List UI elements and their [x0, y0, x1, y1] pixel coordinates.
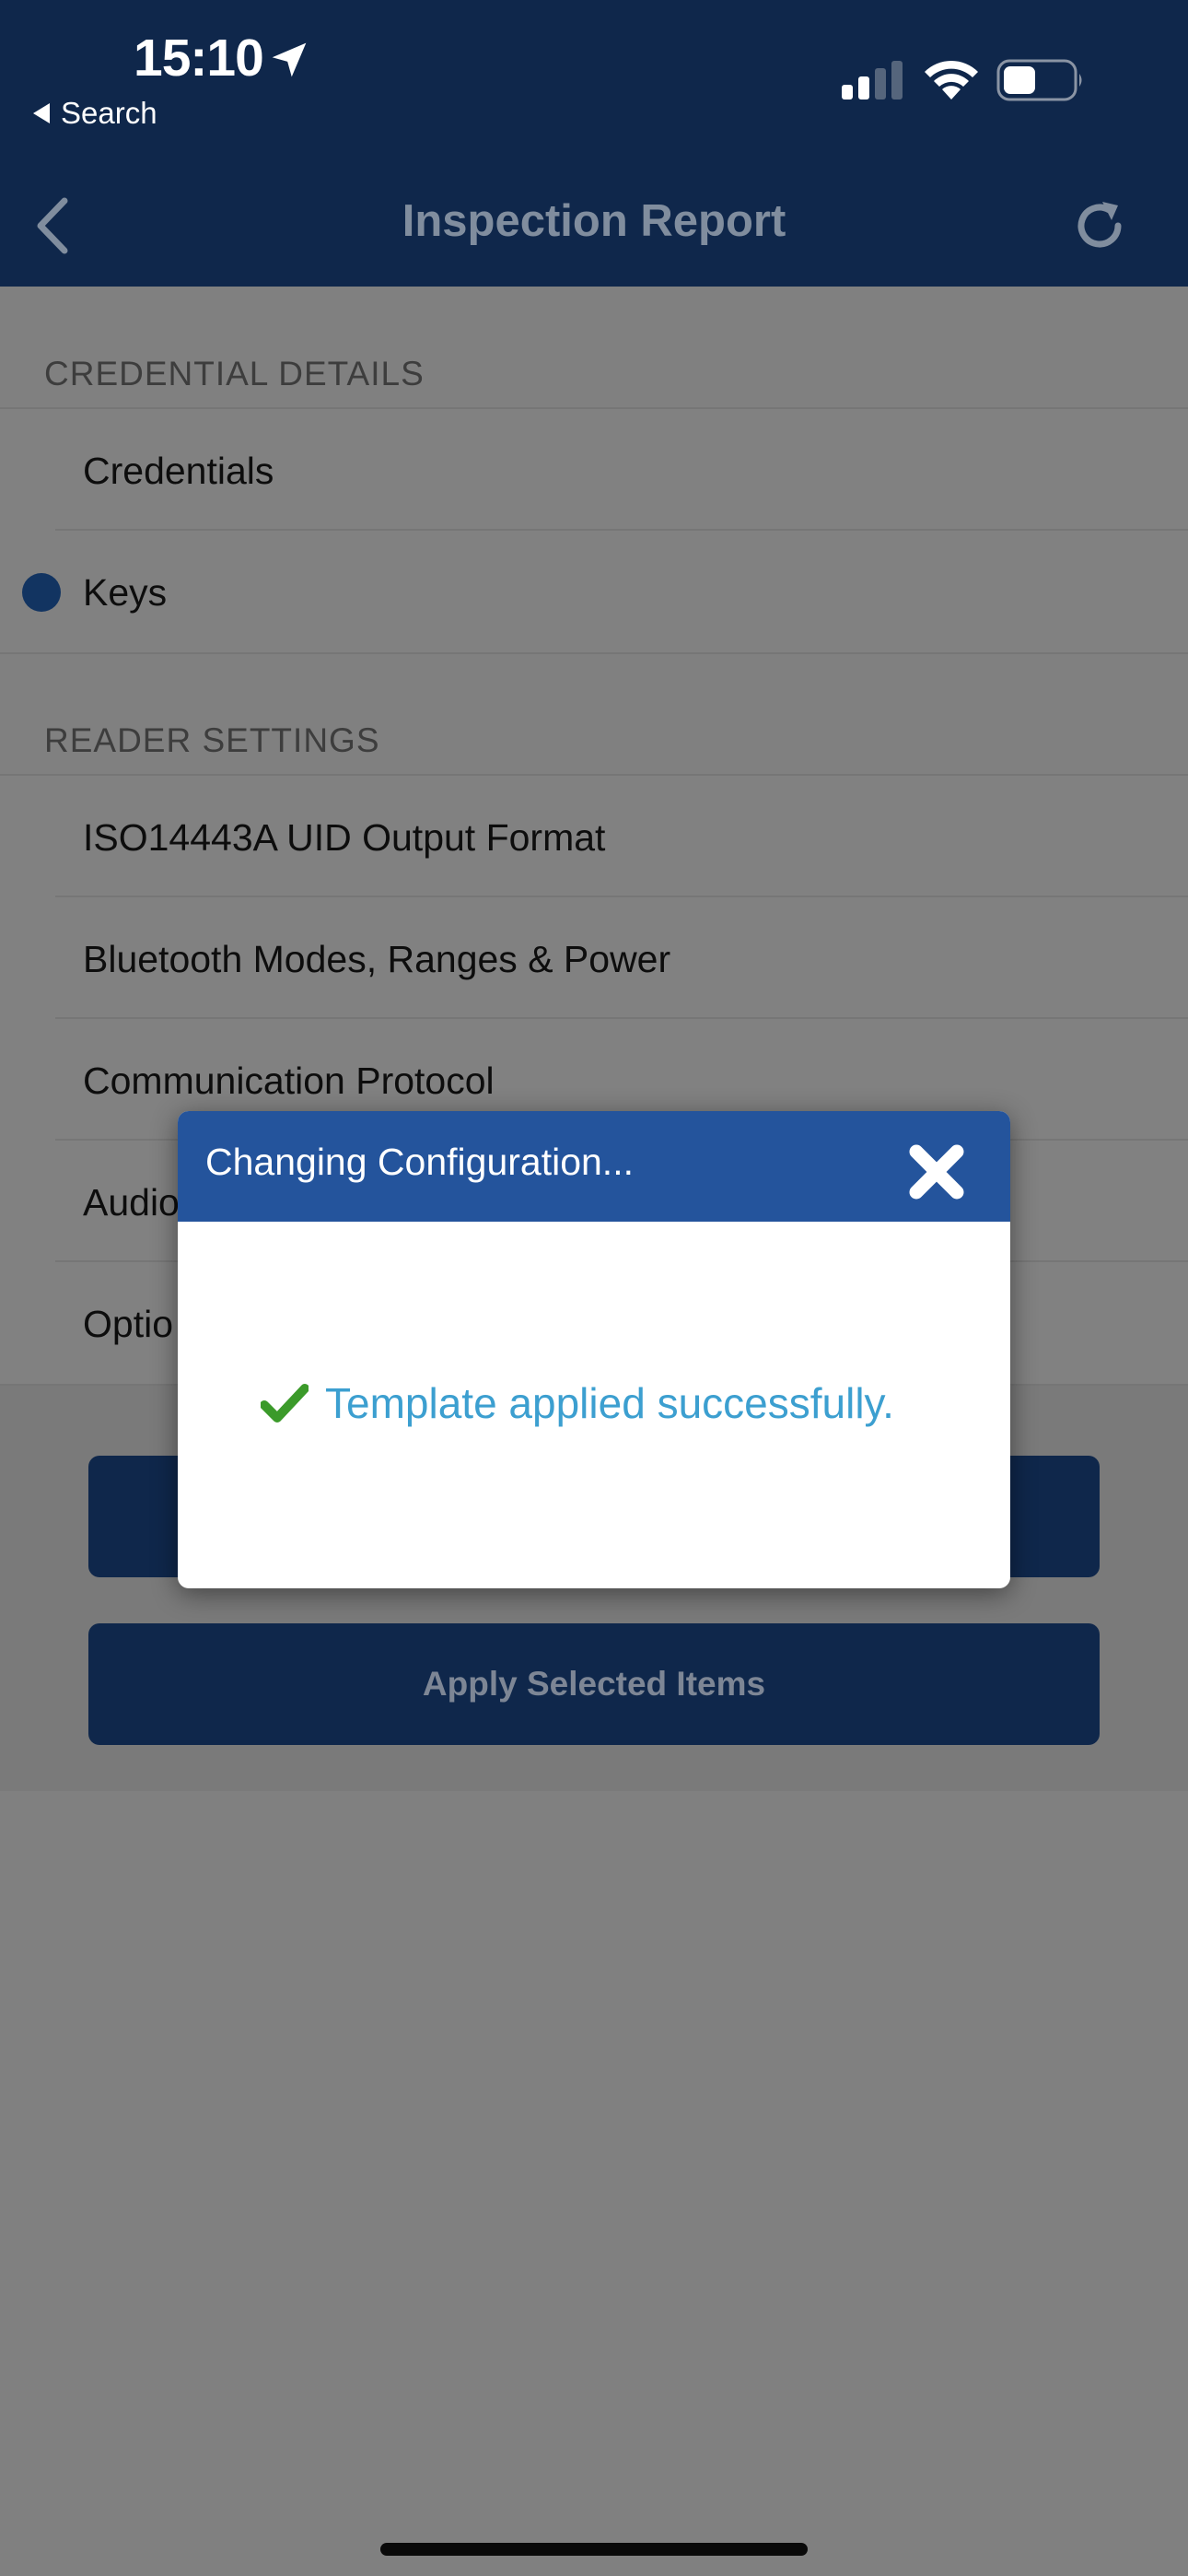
status-time: 15:10: [134, 29, 264, 88]
checkmark-icon: [261, 1384, 309, 1423]
apply-selected-items-button[interactable]: Apply Selected Items: [88, 1623, 1100, 1745]
list-item-label: ISO14443A UID Output Format: [83, 816, 606, 859]
list-item-label: Optio: [83, 1303, 173, 1345]
list-item-label: Bluetooth Modes, Ranges & Power: [83, 938, 671, 980]
changing-configuration-dialog: Changing Configuration... Template appli…: [178, 1111, 1010, 1588]
back-triangle-icon: [33, 103, 50, 123]
home-indicator[interactable]: [380, 2543, 808, 2556]
back-to-search-link[interactable]: Search: [33, 96, 157, 131]
dialog-header: Changing Configuration...: [178, 1111, 1010, 1222]
location-arrow-icon: [272, 42, 307, 77]
list-item-label: Audio: [83, 1181, 180, 1224]
section-header-reader-settings: READER SETTINGS: [44, 721, 380, 759]
signal-icon: [842, 61, 903, 100]
wifi-icon: [925, 60, 978, 100]
list-item-keys[interactable]: Keys: [0, 531, 1188, 652]
selected-dot-icon: [22, 573, 61, 612]
dialog-message: Template applied successfully.: [261, 1378, 894, 1428]
dialog-title: Changing Configuration...: [205, 1141, 634, 1183]
list-item-uid-output-format[interactable]: ISO14443A UID Output Format: [0, 776, 1188, 897]
refresh-icon[interactable]: [1072, 198, 1127, 253]
page-title: Inspection Report: [402, 196, 786, 246]
credential-details-group: Credentials Keys: [0, 407, 1188, 654]
list-item-label: Keys: [83, 571, 168, 614]
list-item-label: Credentials: [83, 450, 274, 492]
dialog-message-text: Template applied successfully.: [325, 1379, 894, 1427]
back-search-label: Search: [61, 96, 157, 130]
top-bar: 15:10 Search Inspection Report: [0, 0, 1188, 287]
list-item-label: Communication Protocol: [83, 1060, 495, 1102]
list-item-credentials[interactable]: Credentials: [0, 409, 1188, 531]
section-header-credential-details: CREDENTIAL DETAILS: [44, 355, 425, 392]
list-item-bluetooth-modes[interactable]: Bluetooth Modes, Ranges & Power: [0, 897, 1188, 1019]
battery-icon: [996, 59, 1082, 101]
close-icon[interactable]: [907, 1142, 966, 1201]
